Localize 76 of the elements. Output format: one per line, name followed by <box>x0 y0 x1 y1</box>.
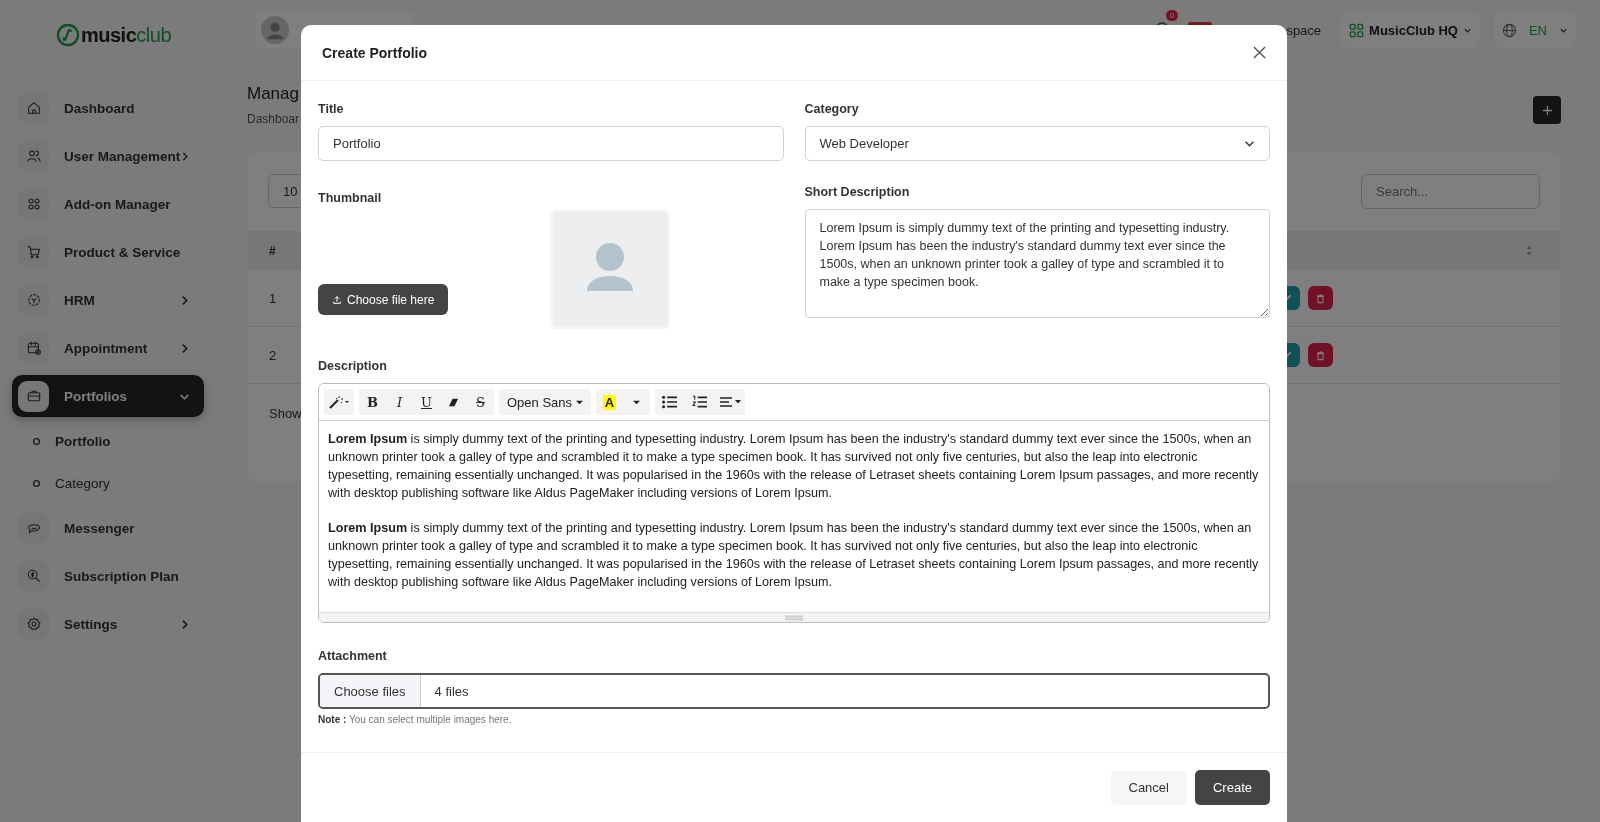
sidebar-item[interactable]: HRM <box>12 276 204 324</box>
resize-handle-icon[interactable] <box>785 614 803 621</box>
delete-button[interactable] <box>1308 286 1333 310</box>
users-icon <box>25 148 42 164</box>
delete-button[interactable] <box>1308 343 1333 367</box>
caret-icon <box>576 398 584 406</box>
field-label: Description <box>318 359 388 373</box>
rich-text-editor[interactable] <box>318 383 1270 623</box>
sidebar-item[interactable]: Product & Service <box>12 228 204 276</box>
sidebar-item[interactable]: Subscription Plan <box>12 552 204 600</box>
short-description-field[interactable]: Lorem Ipsum is simply dummy text of the printing and typesetting industry. Lorem Ipsum has been the industry's standard dummy text ever since the 1500s, when an unknown printer took a galley of type and scrambled it to make a type specimen book. <box>804 209 1270 318</box>
sidebar-item[interactable]: Dashboard <box>12 84 204 132</box>
strikethrough-button[interactable]: S <box>467 389 494 415</box>
category-select[interactable]: Web Developer <box>804 126 1270 161</box>
search-dollar-icon <box>25 568 42 584</box>
sidebar-subitem[interactable]: Portfolio <box>12 420 204 462</box>
page-title: Manag <box>247 84 300 104</box>
dialog-title: Create Portfolio <box>322 44 427 61</box>
sidebar-subitem[interactable]: Category <box>12 462 204 504</box>
search-field[interactable]: Search... <box>1361 174 1540 209</box>
bullet-icon <box>32 436 41 446</box>
close-icon[interactable] <box>1253 46 1266 59</box>
notification-badge: 0 <box>1165 10 1179 21</box>
workspace-label[interactable]: space <box>1286 22 1322 38</box>
gear-icon <box>25 616 42 632</box>
cancel-button[interactable]: Cancel <box>1110 770 1187 805</box>
bold-button[interactable]: B <box>359 389 386 415</box>
bullet-icon <box>32 478 41 488</box>
italic-button[interactable]: I <box>386 389 413 415</box>
sidebar-item[interactable]: Add-on Manager <box>12 180 204 228</box>
field-label: Category <box>804 102 860 116</box>
font-dropdown[interactable]: Open Sans <box>499 389 592 415</box>
logo-icon <box>56 23 80 47</box>
company-dropdown[interactable]: MusicClub HQ <box>1341 12 1480 48</box>
magic-wand-icon <box>328 395 350 409</box>
briefcase-icon <box>25 388 42 404</box>
avatar-icon <box>261 16 289 44</box>
apps-icon <box>1349 22 1365 38</box>
field-label: Attachment <box>318 649 388 663</box>
eraser-icon <box>448 396 459 408</box>
table-info: Show <box>269 406 302 421</box>
field-label: Title <box>318 102 345 116</box>
calendar-icon <box>25 340 42 356</box>
breadcrumb[interactable]: Dashboar <box>247 112 300 126</box>
globe-icon <box>1501 22 1517 38</box>
sidebar-item[interactable]: Settings <box>12 600 204 648</box>
apps-icon <box>25 196 42 212</box>
sidebar-item[interactable]: Messenger <box>12 504 204 552</box>
cart-icon <box>25 244 42 260</box>
home-icon <box>25 100 42 116</box>
trash-icon <box>1315 292 1326 304</box>
align-icon <box>719 396 742 408</box>
description-paragraph: Lorem Ipsum is simply dummy text of the printing and typesetting industry. Lorem Ipsum has been the industry's standard dummy text ever since the 1500s, when an unknown printer took a galley of type and scrambled it to make a type specimen book. It has survived not only five centuries, but also the leap into electronic typesetting, remaining essentially unchanged. It was popularised in the 1960s with the release of Letraset sheets containing Lorem Ipsum passages, and more recently with desktop publishing software like Aldus PageMaker including versions of Lorem Ipsum. <box>328 431 1260 502</box>
sidebar-item[interactable]: Portfolios <box>12 375 204 417</box>
table-cell: 1 <box>269 290 277 306</box>
field-label: Short Description <box>804 185 911 199</box>
plus-icon <box>1541 104 1553 116</box>
underline-button[interactable]: U <box>413 389 440 415</box>
table-cell: 2 <box>269 347 277 363</box>
description-paragraph: Lorem Ipsum is simply dummy text of the printing and typesetting industry. Lorem Ipsum has been the industry's standard dummy text ever since the 1500s, when an unknown printer took a galley of type and scrambled it to make a type specimen book. It has survived not only five centuries, but also the leap into electronic typesetting, remaining essentially unchanged. It was popularised in the 1960s with the release of Letraset sheets containing Lorem Ipsum passages, and more recently with desktop publishing software like Aldus PageMaker including versions of Lorem Ipsum. <box>328 520 1260 591</box>
sidebar-item[interactable]: Appointment <box>12 324 204 372</box>
title-field[interactable]: Portfolio <box>318 126 784 161</box>
create-button[interactable]: Create <box>1194 770 1270 805</box>
caret-icon <box>633 398 641 406</box>
upload-icon <box>332 294 342 305</box>
logo-text: club <box>136 23 171 47</box>
hrm-icon <box>25 292 42 308</box>
language-dropdown[interactable]: EN <box>1493 12 1576 48</box>
column-header: # <box>269 243 276 258</box>
choose-file-button[interactable]: Choose file here <box>318 284 449 315</box>
add-button[interactable] <box>1533 96 1561 124</box>
trash-icon <box>1315 349 1326 361</box>
logo-text: music <box>81 23 137 47</box>
attachment-field[interactable]: Choose files 4 files <box>318 673 1270 709</box>
note-text: Note : You can select multiple images here. <box>318 714 513 725</box>
sidebar-item[interactable]: User Management <box>12 132 204 180</box>
